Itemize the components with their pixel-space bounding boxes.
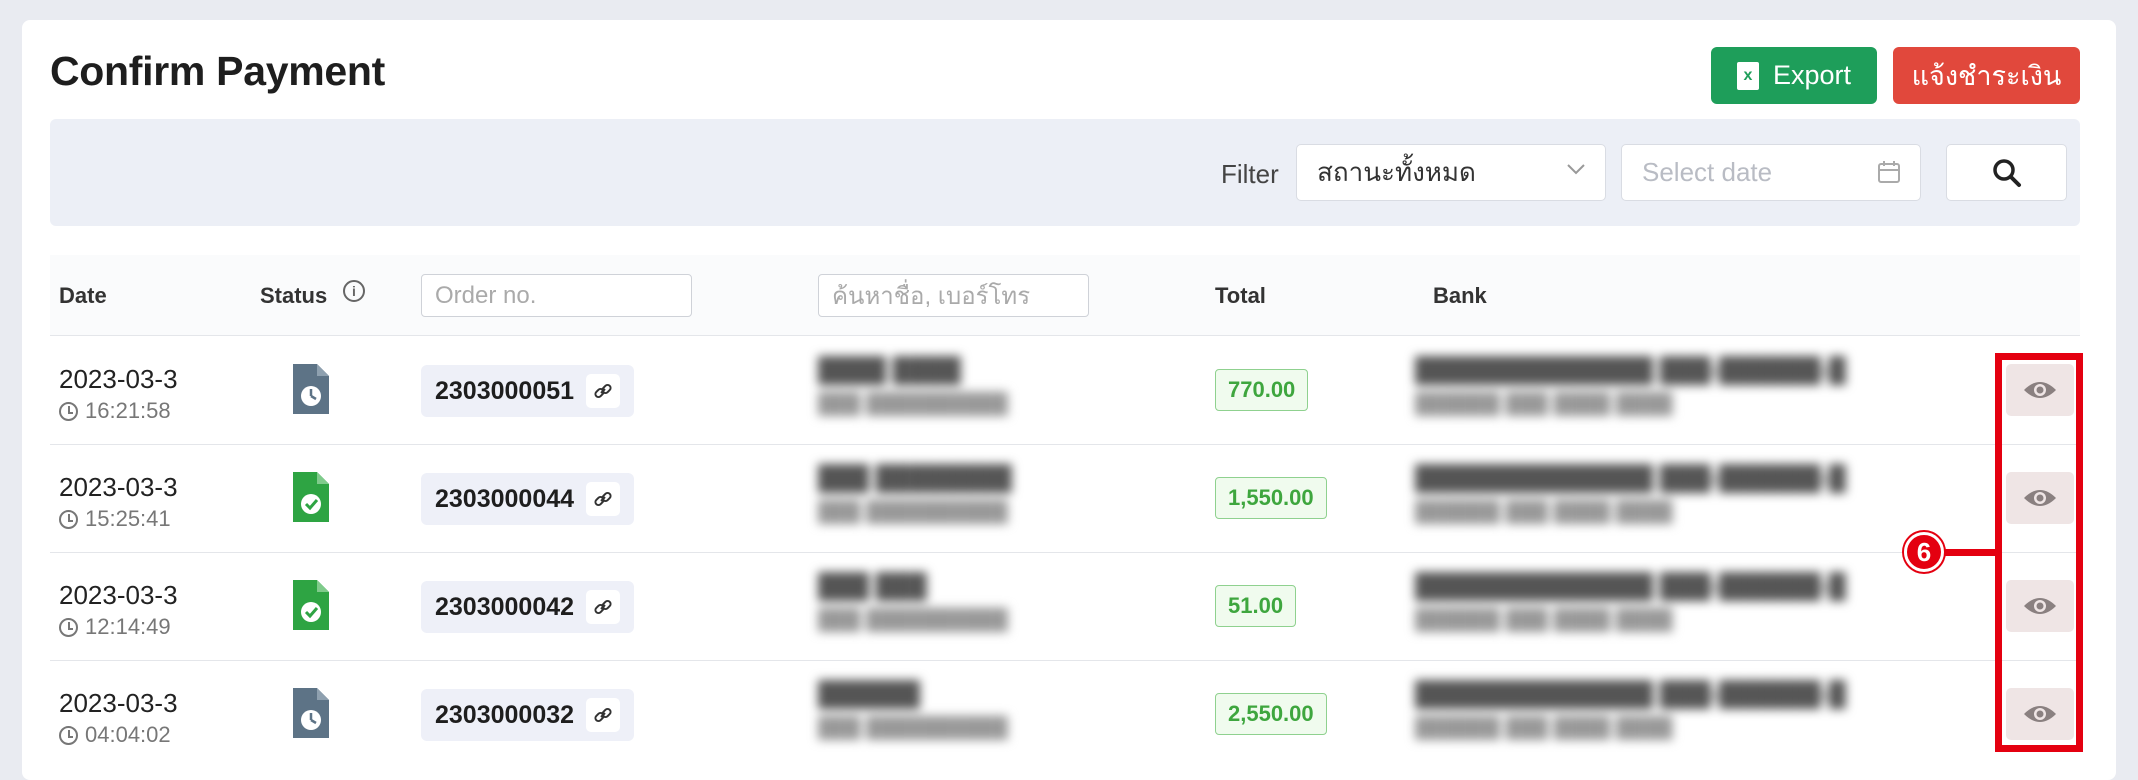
table-row: 2023-03-3 15:25:41 2303000044 ███ ██████… bbox=[50, 445, 2080, 553]
header-date: Date bbox=[59, 283, 107, 308]
pending-document-icon bbox=[293, 688, 329, 743]
link-icon[interactable] bbox=[586, 374, 621, 408]
table-row: 2023-03-3 12:14:49 2303000042 ███ ███ ███… bbox=[50, 553, 2080, 661]
customer-info-blurred: ███ ███ ███ ██████████ bbox=[818, 573, 1008, 631]
order-number: 2303000051 bbox=[435, 376, 575, 405]
annotation-callout-line bbox=[1940, 549, 1996, 556]
table-header: Date Status i Order no. ค้นหาชื่อ, เบอร์… bbox=[50, 255, 2080, 336]
customer-placeholder: ค้นหาชื่อ, เบอร์โทร bbox=[832, 283, 1031, 310]
export-button[interactable]: x Export bbox=[1711, 47, 1877, 104]
header-total: Total bbox=[1215, 283, 1266, 308]
clock-icon bbox=[59, 401, 78, 421]
date-placeholder: Select date bbox=[1642, 157, 1773, 187]
row-time: 16:21:58 bbox=[59, 398, 171, 424]
filter-label: Filter bbox=[1221, 159, 1279, 189]
row-time-text: 16:21:58 bbox=[85, 398, 171, 423]
calendar-icon bbox=[1876, 159, 1902, 192]
confirmed-document-icon bbox=[293, 472, 329, 527]
order-number-chip: 2303000051 bbox=[421, 365, 635, 417]
row-time-text: 12:14:49 bbox=[85, 614, 171, 639]
row-time: 12:14:49 bbox=[59, 614, 171, 640]
status-filter-value: สถานะทั้งหมด bbox=[1317, 157, 1476, 187]
order-placeholder: Order no. bbox=[435, 281, 537, 309]
table-row: 2023-03-3 04:04:02 2303000032 ██████ ███ … bbox=[50, 661, 2080, 769]
header-bank: Bank bbox=[1433, 283, 1487, 308]
total-badge: 1,550.00 bbox=[1215, 477, 1327, 519]
date-picker-input[interactable]: Select date bbox=[1621, 144, 1921, 201]
order-number-chip: 2303000042 bbox=[421, 581, 635, 633]
row-date: 2023-03-3 bbox=[59, 580, 178, 610]
order-number: 2303000044 bbox=[435, 484, 575, 513]
page-title: Confirm Payment bbox=[50, 48, 385, 94]
annotation-highlight-box bbox=[1995, 353, 2083, 752]
total-badge: 770.00 bbox=[1215, 369, 1309, 411]
clock-icon bbox=[59, 617, 78, 637]
bank-info-blurred: ██████████████ ███-██████-█ ██████ ███ ██… bbox=[1415, 573, 1846, 631]
search-button[interactable] bbox=[1946, 144, 2067, 201]
bank-info-blurred: ██████████████ ███-██████-█ ██████ ███ ██… bbox=[1415, 681, 1846, 739]
customer-search-input[interactable]: ค้นหาชื่อ, เบอร์โทร bbox=[818, 274, 1089, 317]
row-date: 2023-03-3 bbox=[59, 364, 178, 394]
notify-payment-button[interactable]: แจ้งชำระเงิน bbox=[1893, 47, 2080, 104]
status-filter-select[interactable]: สถานะทั้งหมด bbox=[1296, 144, 1606, 201]
annotation-badge: 6 bbox=[1904, 532, 1944, 572]
link-icon[interactable] bbox=[586, 698, 621, 732]
info-icon[interactable]: i bbox=[343, 280, 365, 302]
row-time: 04:04:02 bbox=[59, 722, 171, 748]
order-number-chip: 2303000044 bbox=[421, 473, 635, 525]
order-number: 2303000032 bbox=[435, 700, 575, 729]
row-time-text: 15:25:41 bbox=[85, 506, 171, 531]
confirmed-document-icon bbox=[293, 580, 329, 635]
total-badge: 2,550.00 bbox=[1215, 693, 1327, 735]
row-date: 2023-03-3 bbox=[59, 472, 178, 502]
export-label: Export bbox=[1772, 60, 1852, 90]
customer-info-blurred: ██████ ███ ██████████ bbox=[818, 681, 1008, 739]
link-icon[interactable] bbox=[586, 590, 621, 624]
customer-info-blurred: ████ ████ ███ ██████████ bbox=[818, 357, 1008, 415]
total-badge: 51.00 bbox=[1215, 585, 1297, 627]
search-icon bbox=[1992, 158, 2021, 187]
row-date: 2023-03-3 bbox=[59, 688, 178, 718]
customer-info-blurred: ███ ████████ ███ ██████████ bbox=[818, 465, 1012, 523]
excel-icon: x bbox=[1736, 61, 1759, 90]
header-status: Status bbox=[260, 283, 328, 308]
bank-info-blurred: ██████████████ ███-██████-█ ██████ ███ ██… bbox=[1415, 357, 1846, 415]
clock-icon bbox=[59, 725, 78, 745]
notify-label: แจ้งชำระเงิน bbox=[1911, 61, 2062, 91]
table-row: 2023-03-3 16:21:58 2303000051 ████ ████ █… bbox=[50, 337, 2080, 445]
order-search-input[interactable]: Order no. bbox=[421, 274, 692, 317]
bank-info-blurred: ██████████████ ███-██████-█ ██████ ███ ██… bbox=[1415, 465, 1846, 523]
pending-document-icon bbox=[293, 364, 329, 419]
row-time-text: 04:04:02 bbox=[85, 722, 171, 747]
order-number: 2303000042 bbox=[435, 592, 575, 621]
clock-icon bbox=[59, 509, 78, 529]
chevron-down-icon bbox=[1565, 157, 1587, 186]
filter-bar: Filter สถานะทั้งหมด Select date bbox=[50, 119, 2080, 226]
order-number-chip: 2303000032 bbox=[421, 689, 635, 741]
link-icon[interactable] bbox=[586, 482, 621, 516]
row-time: 15:25:41 bbox=[59, 506, 171, 532]
